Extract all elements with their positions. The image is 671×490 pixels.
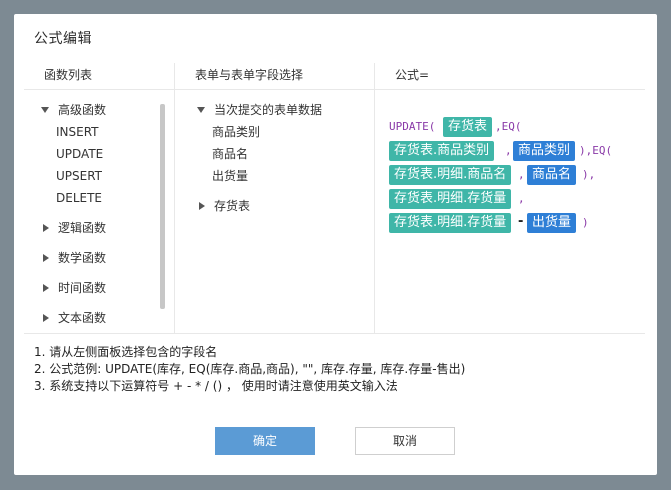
function-group-advanced[interactable]: 高级函数: [24, 99, 174, 121]
field-group-inventory[interactable]: 存货表: [175, 195, 374, 217]
field-item-category[interactable]: 商品类别: [175, 121, 374, 143]
hint-line: 2. 公式范例: UPDATE(库存, EQ(库存.商品,商品), "", 库存…: [34, 362, 466, 376]
function-item-delete[interactable]: DELETE: [24, 187, 174, 209]
function-item-update[interactable]: UPDATE: [24, 143, 174, 165]
formula-header: 公式=: [375, 63, 645, 90]
chevron-right-icon: [43, 314, 49, 322]
function-item-insert[interactable]: INSERT: [24, 121, 174, 143]
form-fields-panel: 表单与表单字段选择 当次提交的表单数据 商品类别 商品名 出货量 存货表: [175, 63, 375, 333]
hint-line: 1. 请从左侧面板选择包含的字段名: [34, 345, 218, 359]
function-group-logic[interactable]: 逻辑函数: [24, 217, 174, 239]
field-group-label: 存货表: [214, 199, 251, 213]
function-list-panel: 函数列表 高级函数 INSERT UPDATE UPSERT DELETE 逻辑…: [24, 63, 175, 333]
chevron-right-icon: [43, 224, 49, 232]
chevron-down-icon: [197, 107, 205, 113]
formula-line: UPDATE( 存货表 ,EQ(: [389, 117, 639, 141]
function-group-label: 文本函数: [58, 311, 107, 325]
form-fields-header: 表单与表单字段选择: [175, 63, 374, 90]
field-item-label: 出货量: [212, 169, 249, 183]
formula-field-chip[interactable]: 存货表.商品类别: [389, 141, 495, 161]
formula-function-token: ): [582, 216, 589, 229]
hint-line: 3. 系统支持以下运算符号 + - * / () ， 使用时请注意使用英文输入法: [34, 379, 398, 393]
formula-field-chip[interactable]: 存货表.明细.商品名: [389, 165, 512, 185]
cancel-button[interactable]: 取消: [355, 427, 455, 455]
chevron-right-icon: [43, 284, 49, 292]
formula-line: 存货表.明细.商品名 , 商品名 ),: [389, 165, 639, 189]
field-group-current-submission[interactable]: 当次提交的表单数据: [175, 99, 374, 121]
function-group-label: 时间函数: [58, 281, 107, 295]
formula-function-token: ,: [518, 192, 525, 205]
form-fields-tree: 当次提交的表单数据 商品类别 商品名 出货量 存货表: [175, 99, 374, 217]
formula-panel: 公式= UPDATE( 存货表 ,EQ( 存货表.商品类别 , 商品类别 ),E…: [375, 63, 645, 333]
field-item-label: 商品名: [212, 147, 249, 161]
usage-hints: 1. 请从左侧面板选择包含的字段名 2. 公式范例: UPDATE(库存, EQ…: [34, 344, 465, 395]
dialog-title: 公式编辑: [34, 31, 92, 47]
function-group-math[interactable]: 数学函数: [24, 247, 174, 269]
function-group-label: 逻辑函数: [58, 221, 107, 235]
formula-function-token: ,: [518, 168, 525, 181]
formula-function-token: UPDATE(: [389, 120, 436, 133]
chevron-right-icon: [43, 254, 49, 262]
function-list-scrollbar[interactable]: [160, 104, 165, 309]
formula-line: 存货表.明细.存货量 - 出货量 ): [389, 213, 639, 237]
formula-field-chip[interactable]: 存货表.明细.存货量: [389, 213, 512, 233]
function-group-time[interactable]: 时间函数: [24, 277, 174, 299]
formula-line: 存货表.明细.存货量 ,: [389, 189, 639, 213]
formula-function-token: ),: [582, 168, 596, 181]
field-item-label: 商品类别: [212, 125, 261, 139]
formula-function-token: ,: [505, 144, 512, 157]
function-tree: 高级函数 INSERT UPDATE UPSERT DELETE 逻辑函数 数学…: [24, 99, 174, 329]
formula-operator: -: [518, 214, 524, 229]
function-item-label: UPDATE: [56, 147, 104, 161]
formula-current-field-chip[interactable]: 商品类别: [513, 141, 576, 161]
formula-current-field-chip[interactable]: 商品名: [527, 165, 577, 185]
function-item-label: DELETE: [56, 191, 103, 205]
function-item-label: INSERT: [56, 125, 99, 139]
function-group-label: 高级函数: [58, 103, 107, 117]
function-item-upsert[interactable]: UPSERT: [24, 165, 174, 187]
field-item-product-name[interactable]: 商品名: [175, 143, 374, 165]
formula-function-token: ,EQ(: [495, 120, 522, 133]
formula-field-chip[interactable]: 存货表.明细.存货量: [389, 189, 512, 209]
formula-current-field-chip[interactable]: 出货量: [527, 213, 577, 233]
formula-field-chip[interactable]: 存货表: [443, 117, 493, 137]
confirm-button[interactable]: 确定: [215, 427, 315, 455]
field-item-shipment[interactable]: 出货量: [175, 165, 374, 187]
formula-function-token: ),EQ(: [579, 144, 613, 157]
formula-editor[interactable]: UPDATE( 存货表 ,EQ( 存货表.商品类别 , 商品类别 ),EQ( 存…: [389, 117, 639, 237]
field-group-label: 当次提交的表单数据: [214, 103, 323, 117]
function-group-label: 数学函数: [58, 251, 107, 265]
function-group-text[interactable]: 文本函数: [24, 307, 174, 329]
editor-panels: 函数列表 高级函数 INSERT UPDATE UPSERT DELETE 逻辑…: [24, 63, 645, 334]
formula-line: 存货表.商品类别 , 商品类别 ),EQ(: [389, 141, 639, 165]
formula-editor-dialog: 公式编辑 函数列表 高级函数 INSERT UPDATE UPSERT DELE…: [14, 14, 657, 475]
function-item-label: UPSERT: [56, 169, 103, 183]
chevron-down-icon: [41, 107, 49, 113]
function-list-header: 函数列表: [24, 63, 174, 90]
chevron-right-icon: [199, 202, 205, 210]
